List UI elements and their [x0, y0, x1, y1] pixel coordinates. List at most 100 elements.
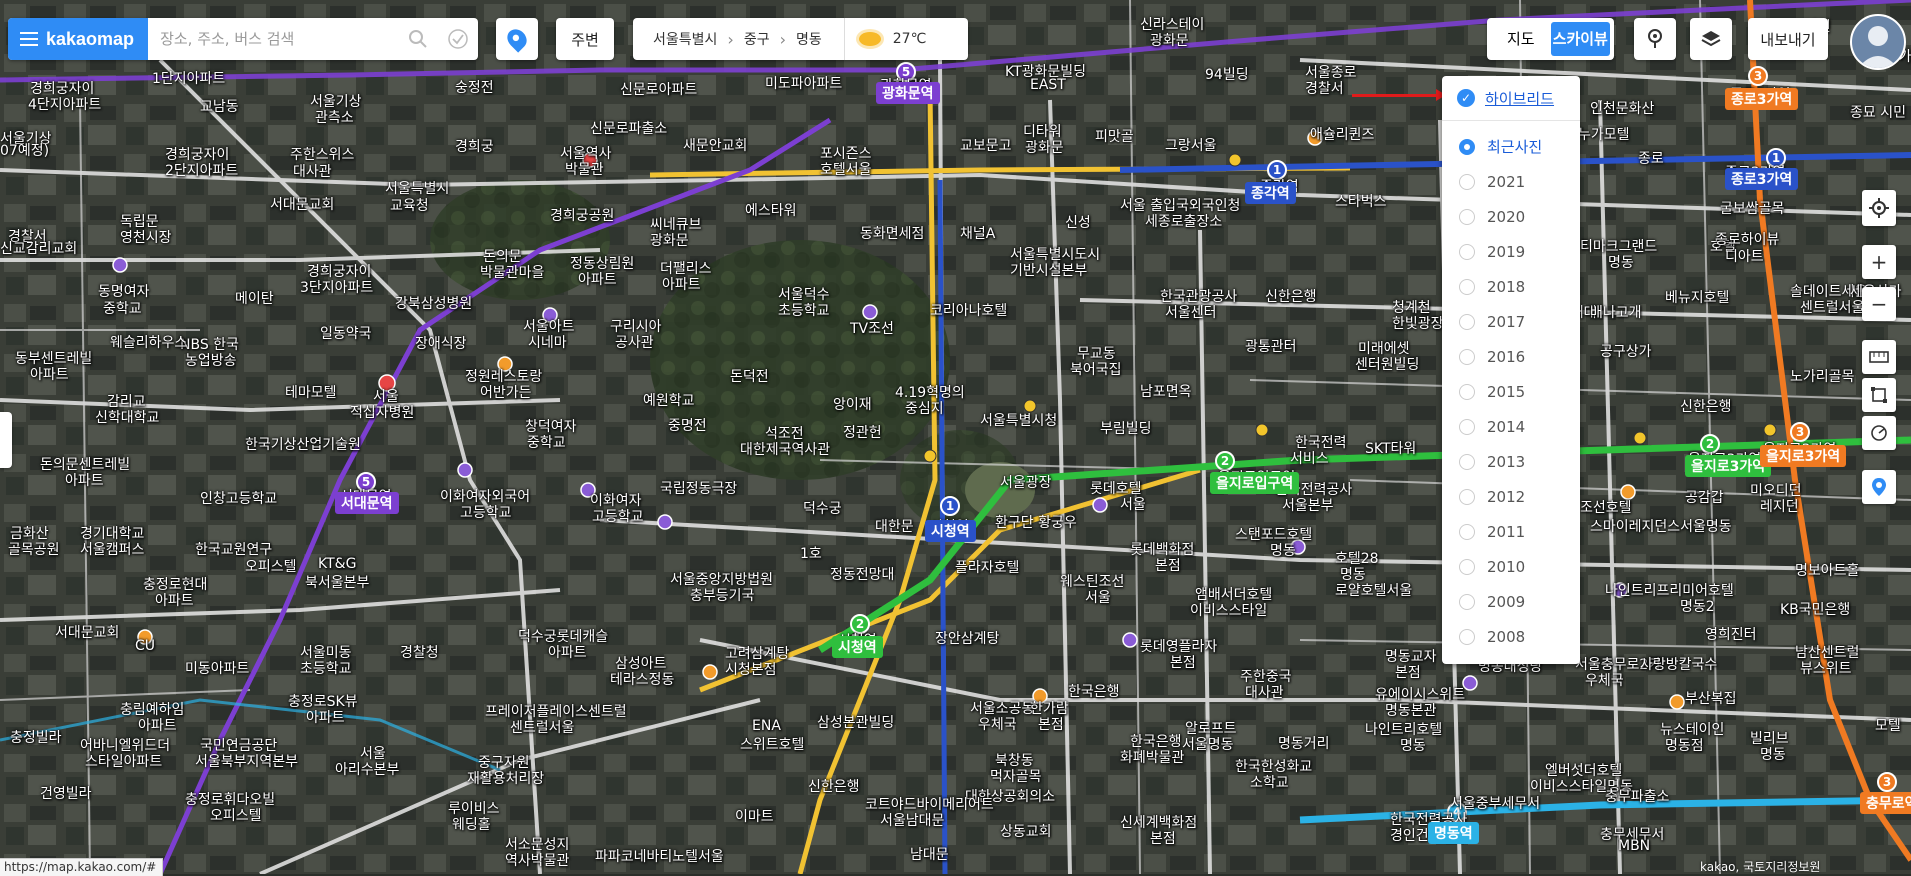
ruler-button[interactable] [1862, 340, 1896, 374]
map-label[interactable]: 인천문화산 [1590, 98, 1654, 118]
roadview-button[interactable] [1634, 18, 1676, 60]
map-label[interactable]: 종묘 시민 [1850, 102, 1906, 122]
map-label[interactable]: 먹자골목 [990, 766, 1042, 786]
map-label[interactable]: 기반시설본부 [1010, 260, 1087, 280]
map-label[interactable]: 광통관터 [1245, 336, 1297, 356]
station-euljiro1ga[interactable]: 을지로입구역 [1210, 472, 1300, 494]
year-option-2011[interactable]: 2011 [1442, 514, 1580, 549]
map-label[interactable]: 정관헌 [843, 422, 882, 442]
map-label[interactable]: 신한은행 [808, 776, 860, 796]
map-label[interactable]: 남포면옥 [1140, 381, 1192, 401]
station-jonggak[interactable]: 종각역 [1245, 182, 1296, 204]
map-label[interactable]: 미도파아파트 [765, 73, 842, 93]
map-label[interactable]: 서비스 [1290, 448, 1329, 468]
map-label[interactable]: 뷰스위트 [1800, 658, 1852, 678]
station-euljiro3ga[interactable]: 을지로3가역 [1685, 455, 1772, 477]
map-label[interactable]: 중심지 [905, 398, 944, 418]
map-label[interactable]: 건영빌라 [40, 783, 92, 803]
map-label[interactable]: 서울본부 [1282, 495, 1334, 515]
map-label[interactable]: 초등학교 [778, 300, 830, 320]
map-mode-button[interactable]: 지도 [1491, 22, 1551, 56]
year-option-2019[interactable]: 2019 [1442, 234, 1580, 269]
map-label[interactable]: 굴보쌈골목 [1720, 198, 1784, 218]
map-label[interactable]: 인창고등학교 [200, 488, 277, 508]
area-measure-button[interactable] [1862, 378, 1896, 412]
map-label[interactable]: 이비스스타일 [1190, 600, 1267, 620]
map-label[interactable]: 중학교 [103, 298, 142, 318]
map-label[interactable]: 어반가든 [480, 382, 532, 402]
map-label[interactable]: 오피스텔 [245, 556, 297, 576]
map-label[interactable]: 명보아트홀 [1795, 560, 1859, 580]
map-label[interactable]: 장애식장 [415, 333, 467, 353]
map-label[interactable]: 서대문교회 [270, 194, 334, 214]
map-label[interactable]: 장안삼계탕 [935, 628, 999, 648]
map-label[interactable]: 채널A [960, 223, 995, 243]
map-label[interactable]: 한국기상산업기술원 [245, 434, 361, 454]
year-option-2012[interactable]: 2012 [1442, 479, 1580, 514]
map-label[interactable]: 세종로출장소 [1145, 211, 1222, 231]
map-label[interactable]: 오피스텔 [210, 805, 262, 825]
map-label[interactable]: 스위트호텔 [740, 734, 804, 754]
year-option-2010[interactable]: 2010 [1442, 549, 1580, 584]
map-label[interactable]: 1호 [800, 543, 822, 563]
map-label[interactable]: 예원학교 [643, 390, 695, 410]
station-euljiro3ga-3[interactable]: 을지로3가역 [1760, 445, 1847, 467]
map-label[interactable]: 돈덕전 [730, 366, 769, 386]
station-cityhall-2[interactable]: 시청역 [832, 636, 883, 658]
map-label[interactable]: MBN [1618, 838, 1650, 854]
map-label[interactable]: 공감갑 [1685, 487, 1724, 507]
year-option-2017[interactable]: 2017 [1442, 304, 1580, 339]
year-option-recent[interactable]: 최근사진 [1442, 129, 1580, 164]
year-option-2018[interactable]: 2018 [1442, 269, 1580, 304]
map-label[interactable]: 아파트 [138, 715, 177, 735]
map-label[interactable]: 종로 [1638, 148, 1664, 168]
map-label[interactable]: 공사관 [615, 332, 654, 352]
map-label[interactable]: 일동약국 [320, 323, 372, 343]
map-label[interactable]: 웨딩홀 [452, 814, 491, 834]
map-label[interactable]: 영희진터 [1705, 624, 1757, 644]
map-label[interactable]: 이마트 [735, 806, 774, 826]
menu-logo-button[interactable]: kakaomap [8, 18, 149, 60]
map-label[interactable]: 로얄호텔서울 [1335, 580, 1412, 600]
map-label[interactable]: 한국은행 [1068, 681, 1120, 701]
map-label[interactable]: 아파트 [30, 364, 69, 384]
map-label[interactable]: 아파트 [65, 470, 104, 490]
map-label[interactable]: 광화문 [1025, 137, 1064, 157]
map-label[interactable]: 박물관 [565, 159, 604, 179]
map-label[interactable]: 강북삼성병원 [395, 293, 472, 313]
station-seodaemun[interactable]: 서대문역 [335, 492, 399, 514]
breadcrumb-city[interactable]: 서울특별시 [633, 29, 721, 49]
map-label[interactable]: 베뉴지호텔 [1665, 287, 1729, 307]
route-check-icon[interactable] [438, 18, 478, 60]
map-label[interactable]: 명동 [1608, 252, 1634, 272]
map-label[interactable]: 서울 [1120, 494, 1146, 514]
map-label[interactable]: 명동2 [1680, 596, 1715, 616]
map-label[interactable]: 광화문 [1150, 30, 1189, 50]
map-label[interactable]: 서울센터 [1165, 302, 1217, 322]
map-label[interactable]: 테라스정동 [610, 669, 674, 689]
map-label[interactable]: 시청본점 [725, 659, 777, 679]
map-label[interactable]: 사랑방칼국수 [1640, 654, 1717, 674]
map-label[interactable]: 명동 [1760, 744, 1786, 764]
map-label[interactable]: 레지던 [1760, 496, 1799, 516]
map-label[interactable]: 웨슬리하우스 [110, 332, 187, 352]
map-label[interactable]: 명동점 [1665, 735, 1704, 755]
map-label[interactable]: EAST [1030, 77, 1066, 93]
weather-widget[interactable]: 27℃ [843, 18, 931, 60]
map-label[interactable]: 충무파출소 [1605, 786, 1669, 806]
hybrid-toggle[interactable]: ✓ 하이브리드 [1442, 76, 1580, 121]
map-label[interactable]: 본점 [1170, 652, 1196, 672]
map-label[interactable]: 우체국 [978, 714, 1017, 734]
avatar[interactable] [1850, 14, 1906, 70]
station-myeongdong[interactable]: 명동역 [1428, 822, 1479, 844]
map-label[interactable]: 환구단 황궁우 [995, 512, 1077, 532]
radius-button[interactable] [1862, 416, 1896, 450]
map-label[interactable]: 경찰서 [1305, 78, 1344, 98]
map-label[interactable]: 아파트 [306, 707, 345, 727]
map-label[interactable]: 신학대학교 [95, 407, 159, 427]
map-label[interactable]: 우체국 [1585, 670, 1624, 690]
map-label[interactable]: 서울북부지역본부 [195, 751, 298, 771]
map-label[interactable]: 관측소 [315, 107, 354, 127]
map-label[interactable]: 중명전 [668, 415, 707, 435]
map-label[interactable]: 부림빌딩 [1100, 418, 1152, 438]
